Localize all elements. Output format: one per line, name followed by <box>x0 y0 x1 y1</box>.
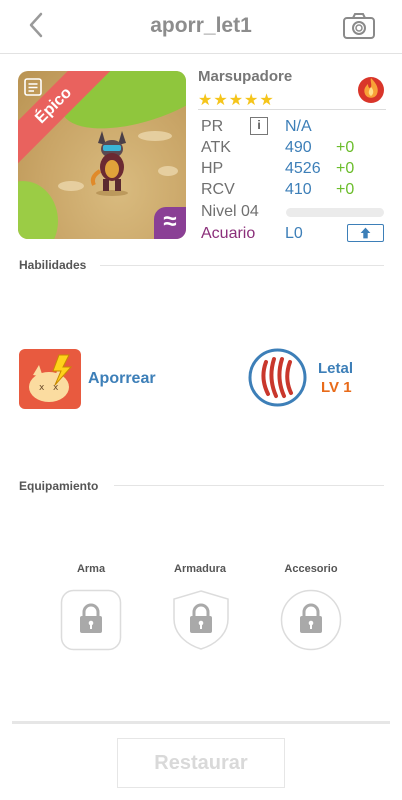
armor-slot[interactable] <box>170 589 232 651</box>
pr-value: N/A <box>285 118 312 135</box>
upgrade-arrow-button[interactable] <box>347 224 384 242</box>
monster-sprite <box>90 131 128 196</box>
weapon-slot-label: Arma <box>76 563 106 575</box>
info-icon[interactable]: i <box>250 117 268 135</box>
atk-label: ATK <box>201 139 231 156</box>
divider <box>100 265 384 266</box>
divider <box>114 485 384 486</box>
hp-bonus: +0 <box>336 160 355 177</box>
class-level-value: L0 <box>285 225 303 242</box>
passive-skill-level: LV 1 <box>321 379 352 396</box>
pr-label: PR <box>201 118 224 135</box>
accessory-slot[interactable] <box>280 589 342 651</box>
hp-value: 4526 <box>285 160 321 177</box>
passive-skill-name: Letal <box>318 360 354 377</box>
monster-portrait-card: Épico ≈ <box>18 71 186 239</box>
monster-name: Marsupadore <box>198 68 293 85</box>
ground-patch <box>138 131 172 141</box>
ground-patch <box>158 166 178 176</box>
weapon-slot[interactable] <box>60 589 122 651</box>
water-element-badge: ≈ <box>154 207 186 239</box>
atk-value: 490 <box>285 139 312 156</box>
header-bar: aporr_let1 <box>0 0 402 54</box>
svg-text:x: x <box>39 383 45 393</box>
divider <box>198 109 386 110</box>
footer-divider <box>12 721 390 724</box>
skills-section-title: Habilidades <box>19 258 87 272</box>
fire-icon <box>358 77 384 103</box>
bash-skill-icon: x x <box>29 354 73 402</box>
armor-slot-label: Armadura <box>174 563 226 575</box>
accessory-slot-label: Accesorio <box>284 563 338 575</box>
level-label: Nivel 04 <box>201 203 259 220</box>
level-progress-bar <box>286 208 384 217</box>
star-rating: ★★★★★ <box>198 92 275 109</box>
ground-patch <box>58 181 84 191</box>
active-skill-icon[interactable]: x x <box>19 349 81 409</box>
active-skill-name[interactable]: Aporrear <box>88 370 156 388</box>
camera-icon[interactable] <box>342 12 376 40</box>
claw-passive-icon[interactable] <box>248 348 307 407</box>
rcv-bonus: +0 <box>336 181 355 198</box>
restore-button[interactable]: Restaurar <box>117 738 285 788</box>
grass-decoration <box>18 181 58 239</box>
card-list-icon <box>24 78 42 96</box>
hp-label: HP <box>201 160 224 177</box>
class-label: Acuario <box>201 225 256 242</box>
equipment-section-title: Equipamiento <box>19 479 99 493</box>
atk-bonus: +0 <box>336 139 355 156</box>
rcv-value: 410 <box>285 181 312 198</box>
rcv-label: RCV <box>201 181 235 198</box>
